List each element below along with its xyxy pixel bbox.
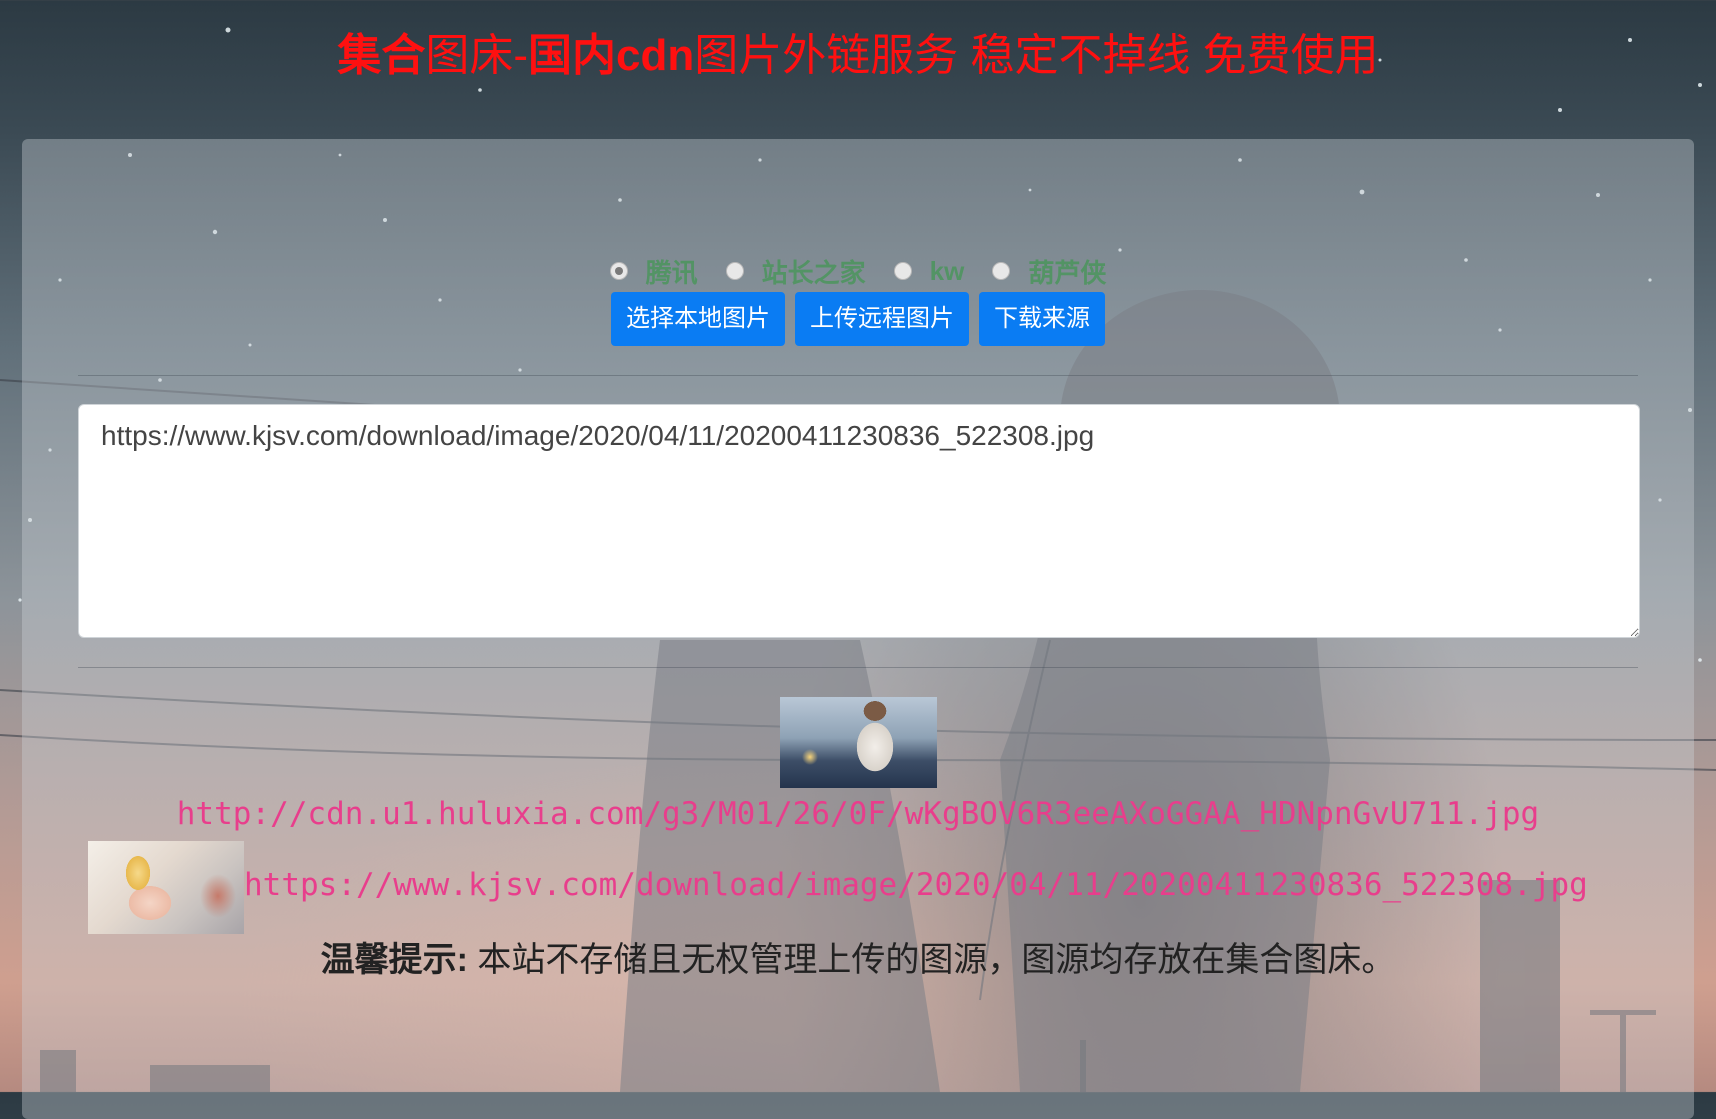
download-source-button[interactable]: 下载来源: [979, 292, 1105, 346]
source-option-label: kw: [929, 255, 965, 286]
result-thumbnail-image[interactable]: [780, 697, 937, 788]
source-option-label: 葫芦侠: [1028, 257, 1107, 288]
title-strong-1: 集合: [337, 31, 426, 80]
radio-button[interactable]: [893, 262, 912, 280]
source-option-tencent[interactable]: 腾讯: [609, 253, 698, 290]
notice-label: 温馨提示:: [320, 941, 468, 979]
upload-remote-image-button[interactable]: 上传远程图片: [795, 292, 969, 346]
divider: [78, 375, 1638, 376]
image-url-input[interactable]: https://www.kjsv.com/download/image/2020…: [78, 404, 1640, 638]
source-option-kw[interactable]: kw: [893, 255, 965, 287]
source-radio-group: 腾讯 站长之家 kw 葫芦侠: [0, 254, 1716, 288]
title-strong-2: 国内cdn: [527, 31, 695, 80]
result-thumbnail-image[interactable]: [88, 841, 244, 934]
source-option-label: 站长之家: [761, 257, 866, 288]
notice-text: 温馨提示: 本站不存储且无权管理上传的图源，图源均存放在集合图床。: [0, 936, 1716, 984]
source-option-chinaz[interactable]: 站长之家: [725, 253, 866, 290]
title-rest: 图片外链服务 稳定不掉线 免费使用: [694, 31, 1379, 80]
source-option-label: 腾讯: [645, 257, 698, 288]
divider: [78, 667, 1638, 668]
radio-button[interactable]: [992, 262, 1011, 280]
select-local-image-button[interactable]: 选择本地图片: [611, 292, 785, 346]
result-link[interactable]: https://www.kjsv.com/download/image/2020…: [244, 865, 1588, 905]
source-option-huluxia[interactable]: 葫芦侠: [992, 253, 1106, 290]
notice-body: 本站不存储且无权管理上传的图源，图源均存放在集合图床。: [467, 941, 1396, 979]
action-button-row: 选择本地图片 上传远程图片 下载来源: [0, 292, 1716, 346]
title-mid: 图床-: [425, 31, 528, 80]
result-link[interactable]: http://cdn.u1.huluxia.com/g3/M01/26/0F/w…: [0, 794, 1716, 834]
radio-button-checked[interactable]: [609, 262, 628, 280]
site-title: 集合图床-国内cdn图片外链服务 稳定不掉线 免费使用: [0, 28, 1716, 84]
radio-button[interactable]: [725, 262, 744, 280]
